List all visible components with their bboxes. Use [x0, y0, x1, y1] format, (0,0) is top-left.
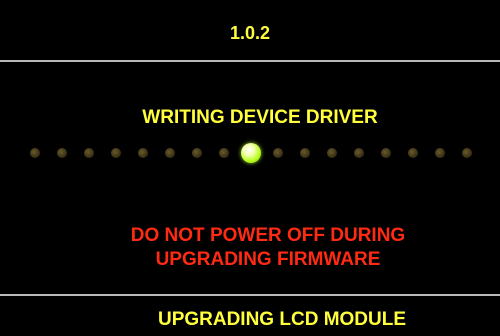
- progress-indicator: [0, 142, 500, 166]
- top-divider: [0, 60, 500, 62]
- upgrade-step-label: WRITING DEVICE DRIVER: [142, 107, 378, 128]
- progress-dot: [462, 148, 472, 158]
- progress-dot: [354, 148, 364, 158]
- progress-dot: [30, 148, 40, 158]
- progress-dot: [84, 148, 94, 158]
- progress-dot: [192, 148, 202, 158]
- progress-dot: [327, 148, 337, 158]
- bottom-divider: [0, 294, 500, 296]
- progress-dot: [219, 148, 229, 158]
- power-warning-line-2: UPGRADING FIRMWARE: [155, 249, 381, 270]
- progress-dot: [408, 148, 418, 158]
- progress-dot: [300, 148, 310, 158]
- progress-dot: [138, 148, 148, 158]
- progress-dot: [111, 148, 121, 158]
- power-warning-line-1: DO NOT POWER OFF DURING: [130, 225, 406, 246]
- upgrade-status-label: UPGRADING LCD MODULE: [157, 309, 407, 330]
- progress-dot-active: [241, 143, 261, 163]
- power-warning: DO NOT POWER OFF DURING UPGRADING FIRMWA…: [0, 224, 500, 272]
- progress-dot: [273, 148, 283, 158]
- progress-dot: [57, 148, 67, 158]
- progress-dot: [435, 148, 445, 158]
- progress-dot: [381, 148, 391, 158]
- firmware-version: 1.0.2: [229, 23, 271, 43]
- progress-dot: [165, 148, 175, 158]
